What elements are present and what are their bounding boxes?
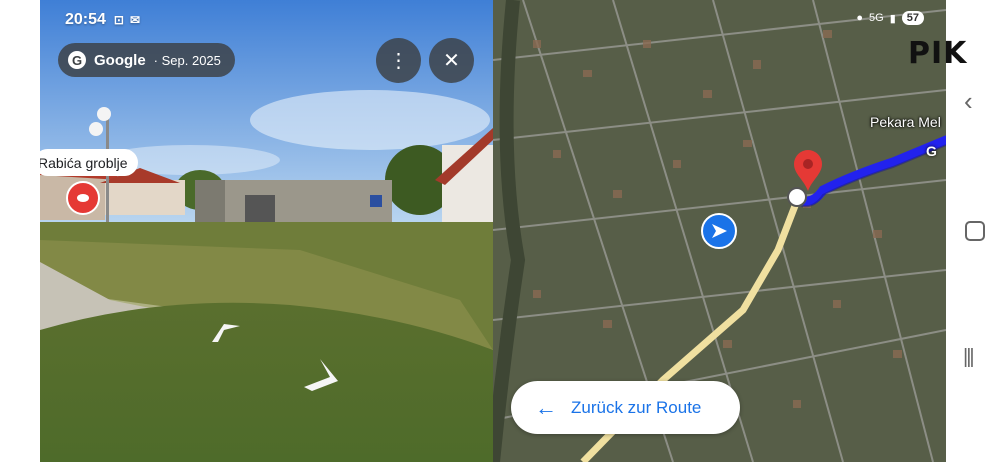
poi-label[interactable]: Pekara Mel <box>870 114 941 130</box>
status-icons: ⊡ ✉ <box>114 13 140 27</box>
more-vert-icon: ⋮ <box>388 50 409 72</box>
nav-arrow-back-icon[interactable] <box>210 322 242 344</box>
close-icon: ✕ <box>443 50 460 72</box>
system-home-button[interactable] <box>965 221 985 241</box>
arrow-back-icon: ← <box>535 394 557 420</box>
place-pin-center <box>77 194 89 202</box>
place-label[interactable]: Rabića groblje <box>40 149 138 176</box>
back-to-route-label: Zurück zur Route <box>571 397 702 417</box>
5g-icon: 5G <box>869 12 884 24</box>
map-panel[interactable]: ● 5G ▮ 57 Pekara Mel G ← Zurück zur Rout… <box>493 0 946 462</box>
google-brand-label: Google <box>94 51 146 69</box>
battery-indicator: 57 <box>901 11 924 25</box>
location-icon: ● <box>856 12 863 24</box>
mail-icon: ✉ <box>129 13 141 27</box>
status-bar-left: 20:54 ⊡ ✉ <box>65 11 140 29</box>
google-g-icon: G <box>68 51 86 69</box>
place-label-text: Rabića groblje <box>40 154 128 171</box>
system-back-button[interactable]: ‹ <box>964 86 973 117</box>
system-recents-button[interactable]: ||| <box>963 346 975 369</box>
watermark-logo: PIK <box>908 36 968 71</box>
screenshot-icon: ⊡ <box>113 13 124 27</box>
nav-arrow-forward-icon[interactable] <box>302 357 342 393</box>
my-location-marker[interactable] <box>701 213 737 249</box>
close-button[interactable]: ✕ <box>429 38 474 83</box>
place-pin-icon[interactable] <box>66 181 100 215</box>
road-label: G <box>926 143 937 159</box>
more-options-button[interactable]: ⋮ <box>376 38 421 83</box>
capture-date: · Sep. 2025 <box>153 52 221 68</box>
status-time: 20:54 <box>65 11 106 28</box>
status-bar-right: ● 5G ▮ 57 <box>856 11 924 25</box>
navigation-arrow-icon <box>712 224 727 238</box>
street-view-position-marker[interactable] <box>787 187 807 207</box>
screen-left-margin <box>0 0 40 462</box>
destination-pin-icon[interactable] <box>792 150 824 192</box>
street-view-panel[interactable]: 20:54 ⊡ ✉ G Google · Sep. 2025 ⋮ ✕ Rabić… <box>40 0 493 462</box>
street-view-attribution[interactable]: G Google · Sep. 2025 <box>58 43 235 77</box>
back-to-route-button[interactable]: ← Zurück zur Route <box>511 381 740 434</box>
signal-icon: ▮ <box>889 12 896 25</box>
